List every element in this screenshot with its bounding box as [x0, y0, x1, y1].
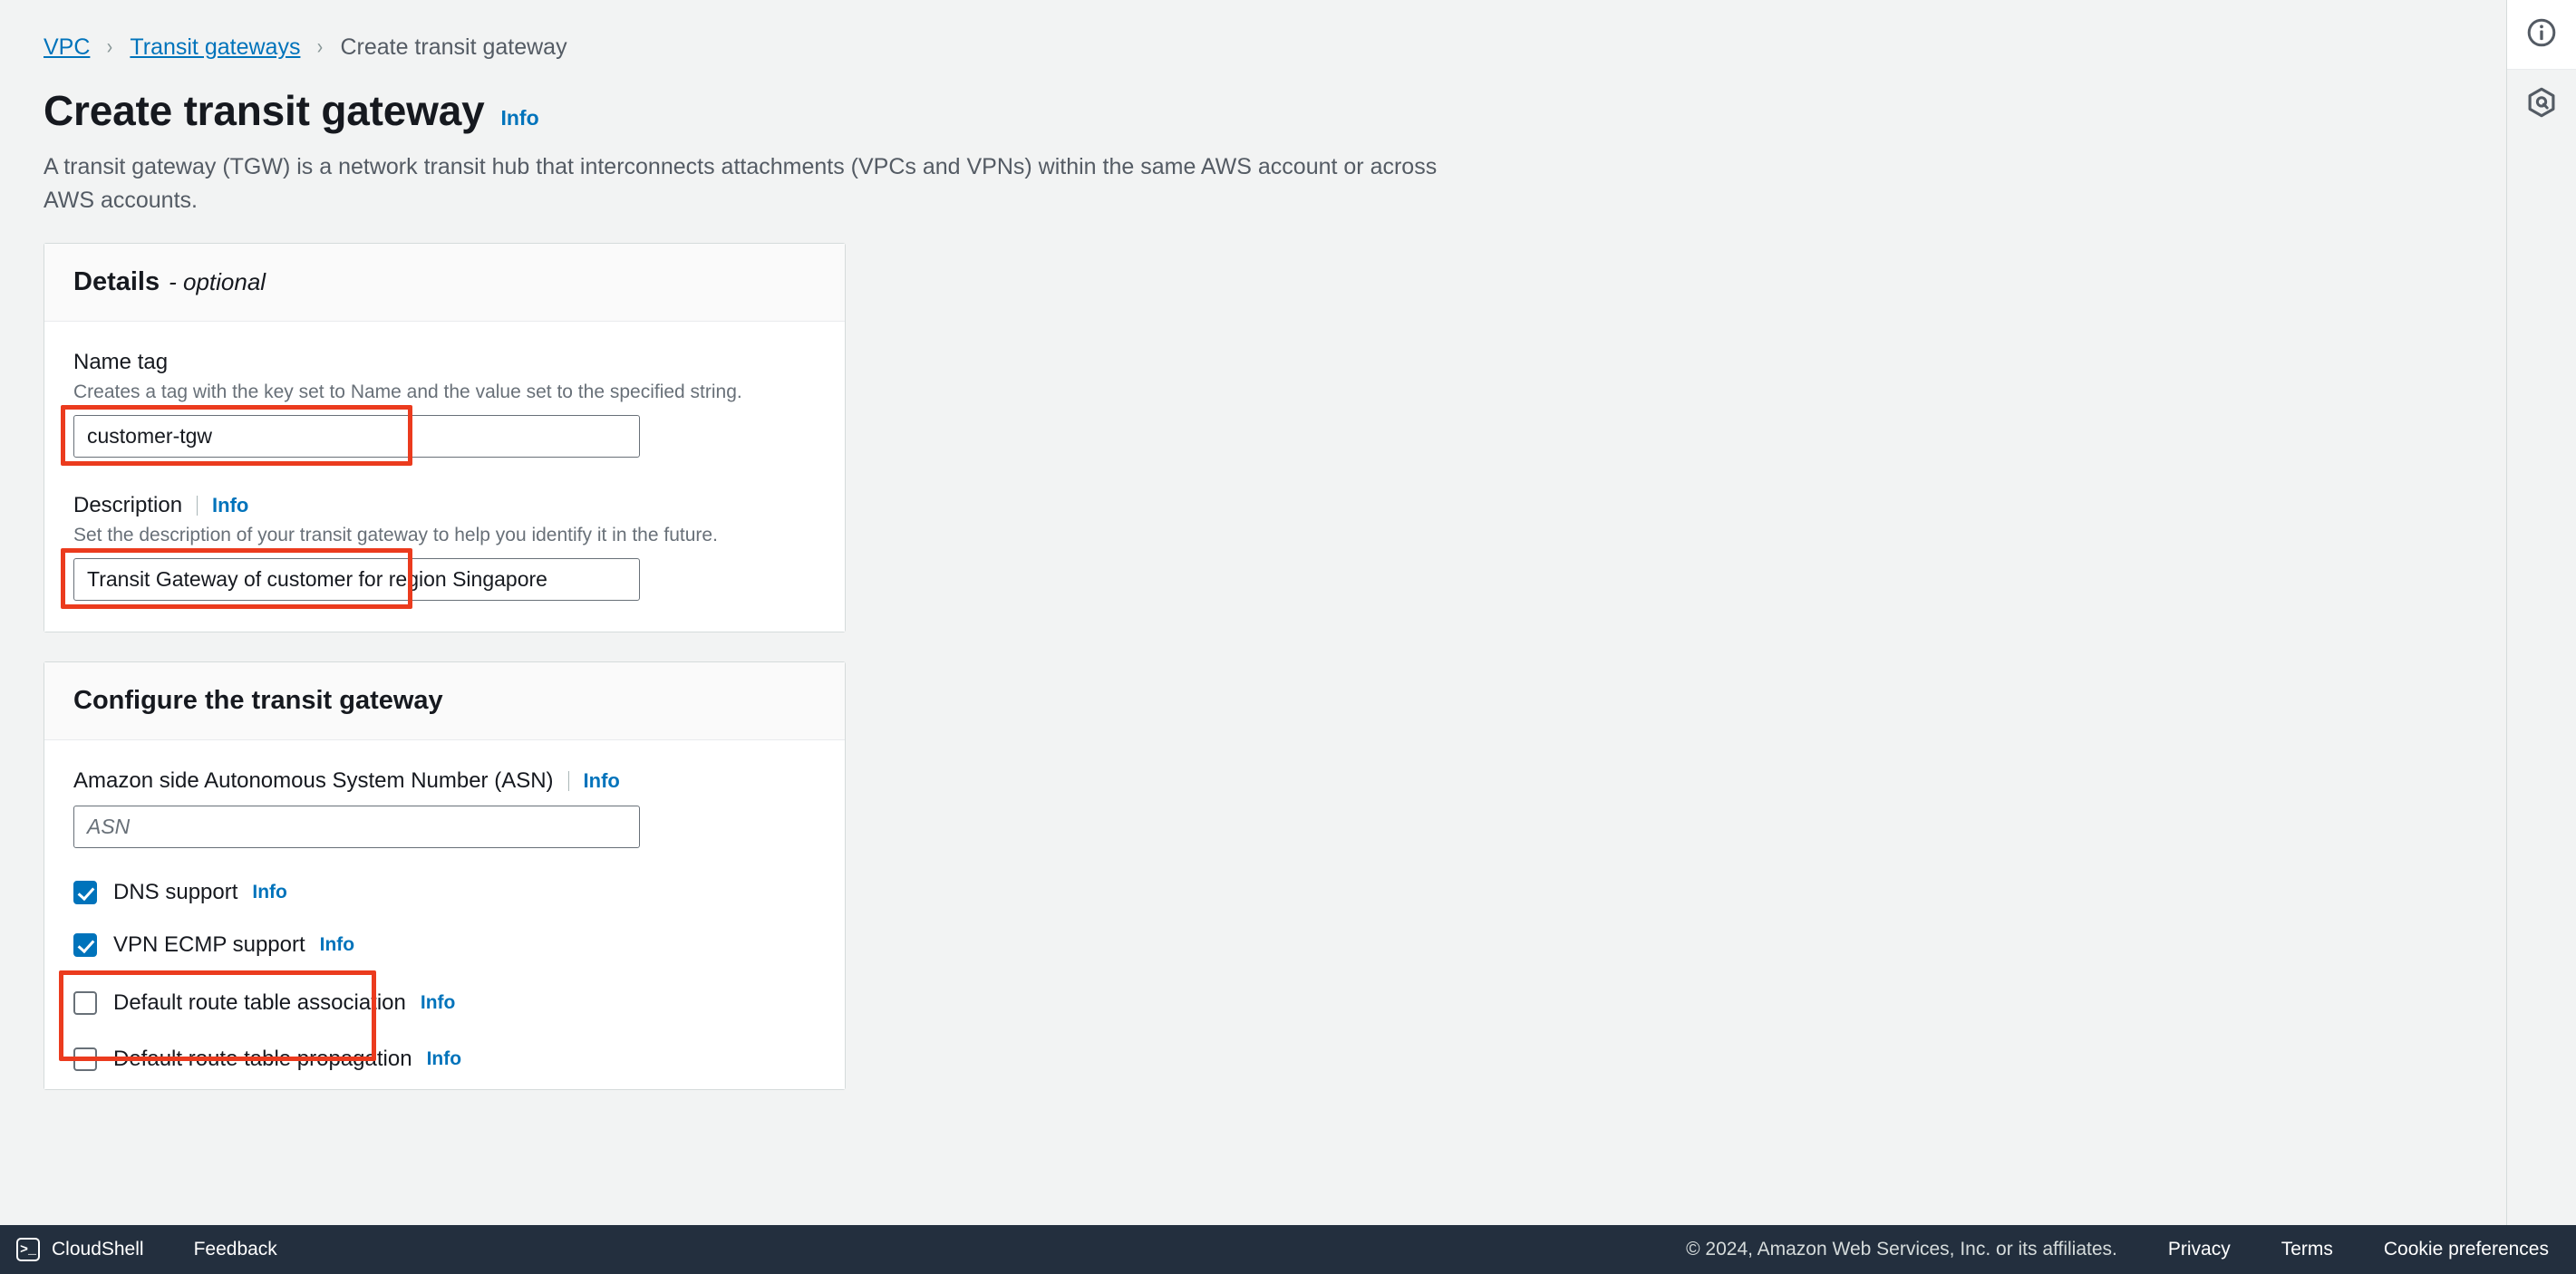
checkbox-row-default-route-table-association[interactable]: Default route table association Info [73, 988, 816, 1018]
asn-input[interactable]: ASN [73, 806, 640, 848]
breadcrumb-item-create-transit-gateway: Create transit gateway [340, 34, 567, 60]
description-input[interactable]: Transit Gateway of customer for region S… [73, 558, 640, 601]
default-route-table-propagation-label: Default route table propagation [113, 1047, 412, 1071]
vpn-ecmp-support-checkbox[interactable] [73, 933, 97, 957]
page-content: VPC › Transit gateways › Create transit … [0, 0, 1541, 1090]
privacy-link[interactable]: Privacy [2168, 1239, 2231, 1260]
cloudshell-icon[interactable]: >_ [16, 1238, 40, 1261]
feedback-button[interactable]: Feedback [194, 1239, 277, 1260]
breadcrumb-separator-icon: › [317, 34, 324, 59]
main-content-area: VPC › Transit gateways › Create transit … [0, 0, 2506, 1274]
cloudshell-button[interactable]: CloudShell [52, 1239, 144, 1260]
page-description: A transit gateway (TGW) is a network tra… [44, 154, 1438, 213]
default-route-table-association-checkbox[interactable] [73, 991, 97, 1015]
page-title: Create transit gateway [44, 87, 485, 134]
asn-field: Amazon side Autonomous System Number (AS… [73, 767, 816, 848]
right-rail [2506, 0, 2576, 1274]
breadcrumb: VPC › Transit gateways › Create transit … [44, 33, 1541, 62]
name-tag-field: Name tag Creates a tag with the key set … [61, 349, 816, 466]
configure-card-header: Configure the transit gateway [44, 662, 845, 740]
default-route-table-association-info-link[interactable]: Info [421, 992, 455, 1014]
asn-info-link[interactable]: Info [584, 769, 620, 793]
label-divider [567, 771, 569, 791]
vpn-ecmp-support-info-link[interactable]: Info [320, 934, 354, 956]
dns-support-info-link[interactable]: Info [252, 882, 286, 903]
name-tag-label: Name tag [73, 350, 169, 374]
footer-left-group: >_ CloudShell Feedback [0, 1238, 277, 1261]
copyright-text: © 2024, Amazon Web Services, Inc. or its… [1686, 1239, 2117, 1260]
right-rail-spacer [2507, 140, 2576, 1274]
checkbox-row-vpn-ecmp-support[interactable]: VPN ECMP support Info [73, 930, 816, 960]
default-route-table-propagation-info-link[interactable]: Info [427, 1048, 461, 1070]
description-field-description: Set the description of your transit gate… [73, 525, 718, 545]
asn-label: Amazon side Autonomous System Number (AS… [73, 768, 554, 793]
checkbox-row-default-route-table-propagation[interactable]: Default route table propagation Info [73, 1044, 816, 1075]
default-route-table-propagation-checkbox[interactable] [73, 1047, 97, 1071]
description-label-row: Description Info [73, 492, 816, 519]
footer-bar: >_ CloudShell Feedback © 2024, Amazon We… [0, 1225, 2576, 1274]
breadcrumb-item-vpc[interactable]: VPC [44, 34, 90, 61]
description-field: Description Info Set the description of … [61, 492, 816, 609]
page-title-row: Create transit gateway Info [44, 85, 1541, 136]
description-info-link[interactable]: Info [212, 494, 248, 517]
asn-label-row: Amazon side Autonomous System Number (AS… [73, 767, 816, 795]
cookie-preferences-link[interactable]: Cookie preferences [2384, 1239, 2549, 1260]
name-tag-description: Creates a tag with the key set to Name a… [73, 381, 742, 402]
name-tag-label-row: Name tag [73, 349, 816, 376]
configure-card: Configure the transit gateway Amazon sid… [44, 661, 846, 1090]
terms-link[interactable]: Terms [2281, 1239, 2333, 1260]
breadcrumb-separator-icon: › [107, 34, 113, 59]
default-route-table-association-label: Default route table association [113, 990, 406, 1015]
configure-checkbox-group: DNS support Info VPN ECMP support Info D… [59, 877, 816, 1075]
vpn-ecmp-support-label: VPN ECMP support [113, 932, 305, 957]
dns-support-checkbox[interactable] [73, 881, 97, 904]
name-tag-input[interactable]: customer-tgw [73, 415, 640, 458]
configure-card-title: Configure the transit gateway [73, 686, 443, 715]
details-card: Details - optional Name tag Creates a ta… [44, 243, 846, 632]
app-root: VPC › Transit gateways › Create transit … [0, 0, 2576, 1274]
info-circle-icon [2525, 16, 2558, 53]
configure-card-body: Amazon side Autonomous System Number (AS… [44, 740, 845, 1089]
details-card-title: Details [73, 267, 160, 296]
footer-right-group: © 2024, Amazon Web Services, Inc. or its… [1686, 1239, 2576, 1260]
label-divider [197, 496, 199, 516]
details-card-body: Name tag Creates a tag with the key set … [44, 322, 845, 632]
breadcrumb-item-transit-gateways[interactable]: Transit gateways [130, 34, 300, 61]
description-label: Description [73, 493, 183, 517]
details-card-header: Details - optional [44, 244, 845, 322]
amazon-q-icon [2525, 86, 2558, 123]
dns-support-label: DNS support [113, 880, 238, 904]
amazon-q-assistant-button[interactable] [2507, 70, 2576, 140]
info-panel-button[interactable] [2507, 0, 2576, 70]
details-card-title-suffix: - optional [169, 268, 266, 295]
checkbox-row-dns-support[interactable]: DNS support Info [73, 877, 816, 908]
page-title-info-link[interactable]: Info [500, 106, 538, 130]
